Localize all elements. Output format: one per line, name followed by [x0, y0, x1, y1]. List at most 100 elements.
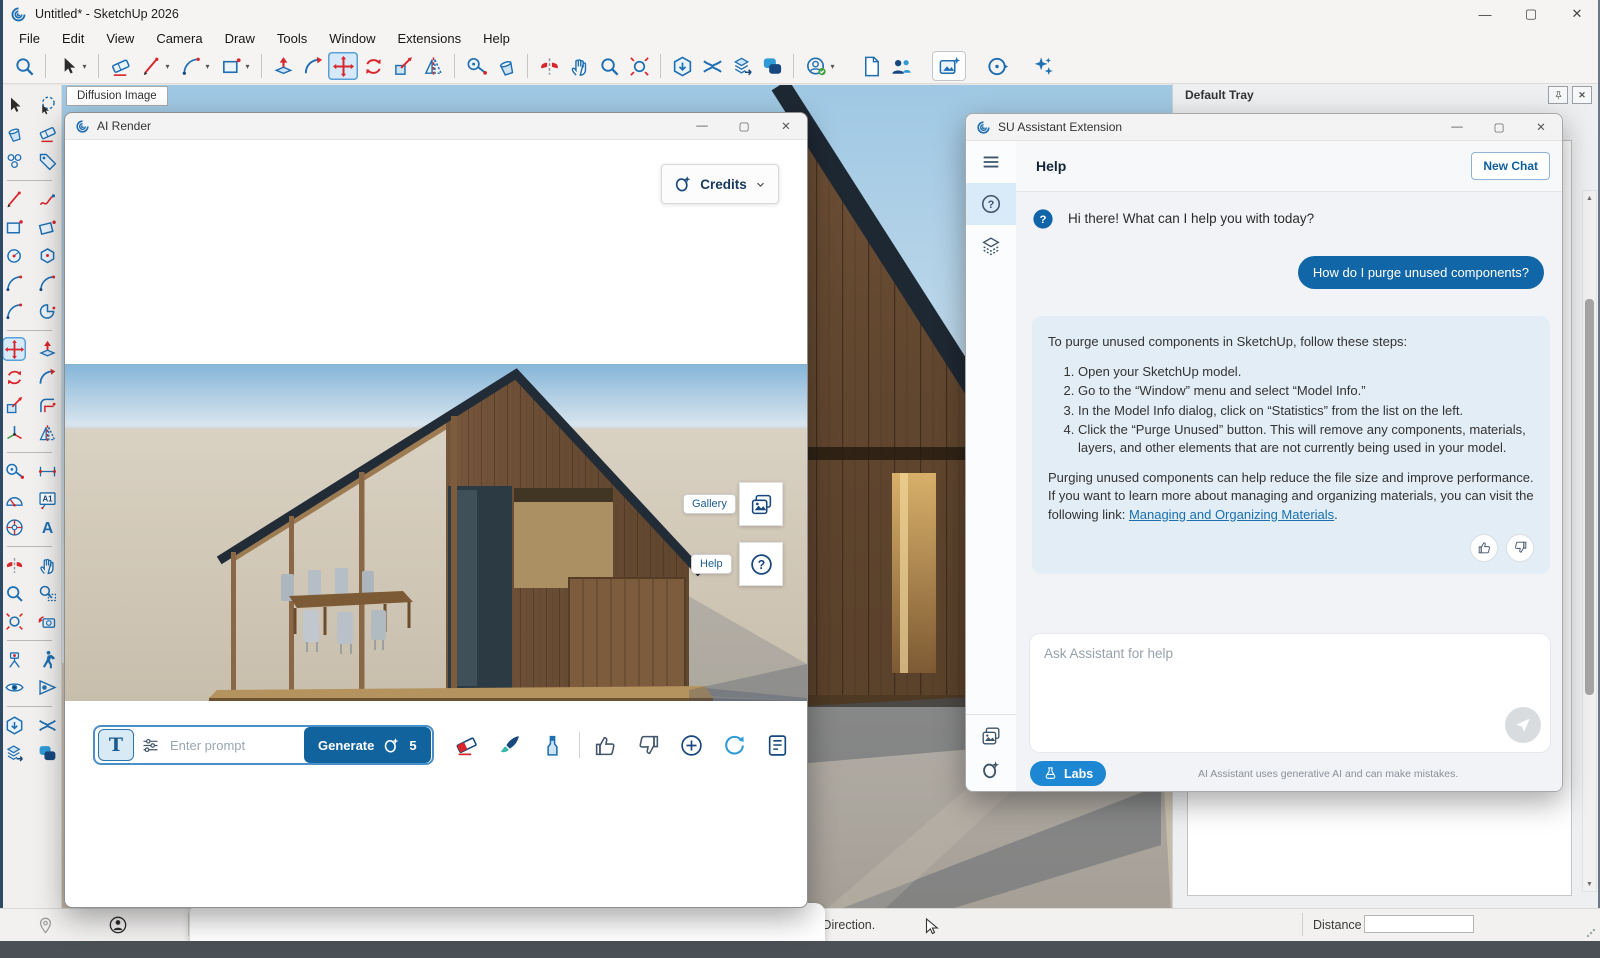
freehand-tool[interactable] — [35, 187, 59, 211]
pie-tool[interactable] — [35, 299, 59, 323]
mirror-tool[interactable] — [35, 421, 59, 445]
zoom-tool[interactable] — [9, 52, 39, 80]
collaborate-button[interactable] — [886, 52, 916, 80]
close-button[interactable]: ✕ — [765, 113, 807, 139]
gallery-button[interactable] — [739, 482, 783, 526]
resize-grip[interactable] — [1587, 929, 1595, 937]
two-point-arc-tool[interactable] — [35, 271, 59, 295]
menu-extensions[interactable]: Extensions — [387, 29, 473, 48]
thumbs-up-button[interactable] — [589, 728, 623, 762]
rotate-tool[interactable] — [2, 365, 26, 389]
menu-window[interactable]: Window — [318, 29, 386, 48]
zoom-extents-tool[interactable] — [624, 52, 654, 80]
minimize-button[interactable]: — — [1462, 0, 1508, 28]
tape-measure-tool[interactable] — [461, 52, 491, 80]
polygon-tool[interactable] — [35, 243, 59, 267]
new-chat-button[interactable]: New Chat — [1471, 152, 1550, 180]
tape-measure-tool[interactable] — [2, 459, 26, 483]
geolocation-icon[interactable] — [36, 916, 55, 935]
dimensions-tool[interactable] — [35, 459, 59, 483]
regenerate-button[interactable] — [718, 728, 752, 762]
menu-draw[interactable]: Draw — [214, 29, 266, 48]
scroll-up-arrow[interactable]: ▲ — [1583, 191, 1596, 205]
components-tool[interactable] — [2, 149, 26, 173]
assistant-input[interactable] — [1042, 644, 1496, 742]
scroll-down-arrow[interactable]: ▼ — [1583, 877, 1596, 891]
push-pull-tool[interactable] — [35, 337, 59, 361]
arc-tool[interactable] — [2, 271, 26, 295]
protractor-tool[interactable] — [2, 487, 26, 511]
feedback-chat-button[interactable] — [35, 741, 59, 765]
prompt-input[interactable] — [166, 738, 304, 753]
pan-tool[interactable] — [564, 52, 594, 80]
add-image-button[interactable] — [675, 728, 709, 762]
rotated-rectangle-tool[interactable] — [35, 215, 59, 239]
extension-warehouse-button[interactable] — [697, 52, 727, 80]
menu-help[interactable]: Help — [472, 29, 521, 48]
zoom-extents-tool[interactable] — [2, 609, 26, 633]
share-model-button[interactable] — [2, 741, 26, 765]
zoom-tool[interactable] — [2, 581, 26, 605]
tag-tool[interactable] — [35, 149, 59, 173]
thumbs-down-button[interactable] — [1506, 534, 1534, 562]
axes-tool[interactable] — [2, 515, 26, 539]
previous-view-tool[interactable] — [35, 609, 59, 633]
extension-warehouse-button[interactable] — [35, 713, 59, 737]
help-button[interactable] — [739, 542, 783, 586]
zoom-window-tool[interactable] — [35, 581, 59, 605]
ai-assistant-button[interactable] — [1028, 52, 1058, 80]
close-button[interactable]: ✕ — [1520, 114, 1562, 140]
3d-text-tool[interactable] — [35, 515, 59, 539]
scale-tool[interactable] — [388, 52, 418, 80]
feedback-chat-button[interactable] — [757, 52, 787, 80]
move-tool[interactable] — [2, 337, 26, 361]
maximize-button[interactable]: ▢ — [1508, 0, 1554, 28]
thumbs-down-button[interactable] — [632, 728, 666, 762]
materials-link[interactable]: Managing and Organizing Materials — [1129, 507, 1334, 522]
lasso-tool[interactable] — [35, 93, 59, 117]
select-tool[interactable] — [52, 52, 92, 80]
shape-tool[interactable] — [215, 52, 255, 80]
walk-tool[interactable] — [35, 647, 59, 671]
field-of-view-tool[interactable] — [35, 675, 59, 699]
select-tool[interactable] — [2, 93, 26, 117]
scrollbar-thumb[interactable] — [1585, 299, 1594, 695]
menu-toggle-button[interactable] — [966, 141, 1016, 183]
menu-camera[interactable]: Camera — [145, 29, 213, 48]
new-model-button[interactable] — [856, 52, 886, 80]
close-button[interactable]: ✕ — [1554, 0, 1600, 28]
scene-tab-diffusion-image[interactable]: Diffusion Image — [66, 86, 168, 106]
share-model-button[interactable] — [727, 52, 757, 80]
maximize-button[interactable]: ▢ — [1478, 114, 1520, 140]
eraser-tool[interactable] — [35, 121, 59, 145]
distance-input[interactable] — [1364, 915, 1474, 933]
labs-button[interactable]: Labs — [1030, 761, 1106, 786]
move-tool[interactable] — [328, 52, 358, 80]
line-tool[interactable] — [2, 187, 26, 211]
generate-button[interactable]: Generate 5 — [304, 727, 431, 763]
follow-me-tool[interactable] — [298, 52, 328, 80]
3d-warehouse-button[interactable] — [2, 713, 26, 737]
freehand-tool[interactable] — [135, 52, 175, 80]
circle-tool[interactable] — [2, 243, 26, 267]
push-pull-tool[interactable] — [268, 52, 298, 80]
tray-scrollbar[interactable]: ▲ ▼ — [1582, 190, 1597, 892]
tray-pin-button[interactable] — [1548, 86, 1568, 104]
image-gallery-button[interactable] — [966, 719, 1016, 753]
rotate-tool[interactable] — [358, 52, 388, 80]
user-status-icon[interactable] — [108, 915, 128, 935]
marker-button[interactable] — [536, 728, 570, 762]
resources-section-button[interactable] — [966, 225, 1016, 267]
3d-warehouse-button[interactable] — [667, 52, 697, 80]
ai-image-generator-button[interactable] — [932, 51, 966, 81]
menu-file[interactable]: File — [8, 29, 51, 48]
rectangle-tool[interactable] — [2, 215, 26, 239]
eraser-tool[interactable] — [105, 52, 135, 80]
menu-view[interactable]: View — [95, 29, 145, 48]
menu-tools[interactable]: Tools — [266, 29, 318, 48]
flip-tool[interactable] — [2, 553, 26, 577]
minimize-button[interactable]: — — [681, 113, 723, 139]
paint-brush-button[interactable] — [493, 728, 527, 762]
arc-tool[interactable] — [175, 52, 215, 80]
text-prompt-mode-button[interactable]: T — [98, 729, 134, 761]
